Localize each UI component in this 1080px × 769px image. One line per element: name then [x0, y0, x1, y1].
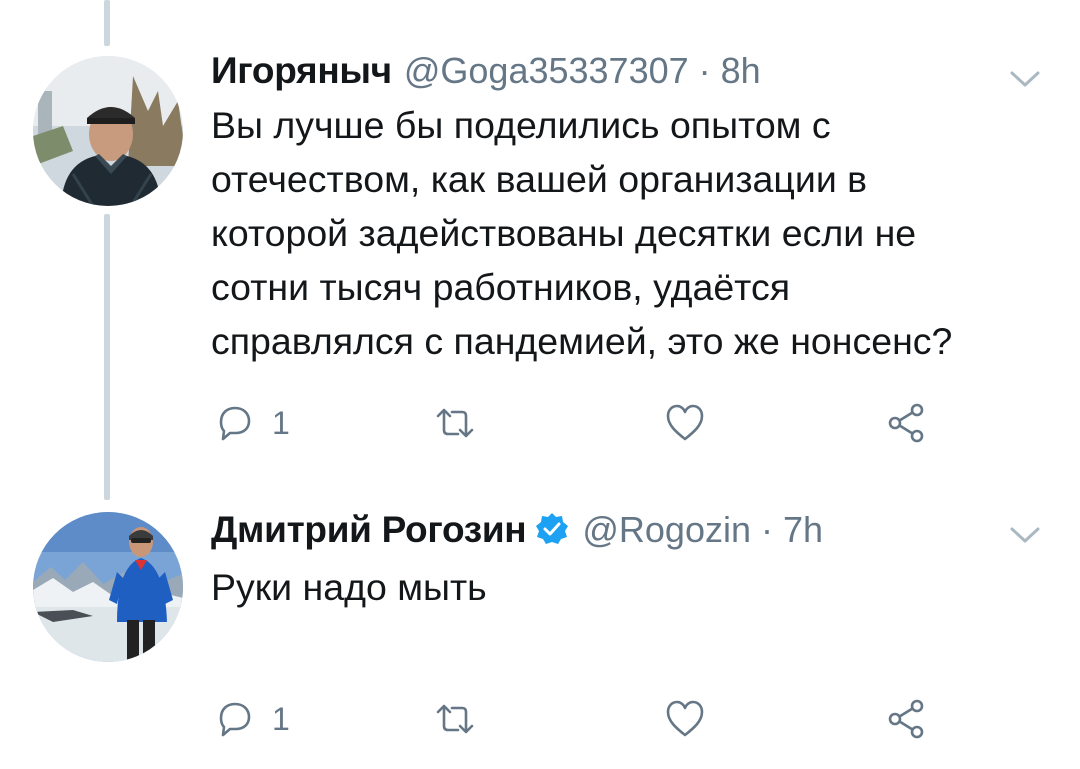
- avatar[interactable]: [33, 56, 183, 206]
- avatar-photo-man-in-jacket: [33, 56, 183, 206]
- handle-and-time[interactable]: @Rogozin · 7h: [582, 509, 823, 551]
- reply-count: 1: [272, 700, 290, 737]
- retweet-button[interactable]: [432, 694, 478, 744]
- tweet[interactable]: Дмитрий Рогозин @Rogozin · 7h Руки надо …: [0, 500, 1080, 769]
- share-icon: [888, 403, 924, 443]
- tweet-text-line: которой задействованы десятки если не: [211, 212, 917, 254]
- reply-button[interactable]: 1: [212, 398, 290, 448]
- tweet-actions: 1: [0, 694, 1080, 744]
- handle-and-time[interactable]: @Goga35337307 · 8h: [404, 50, 761, 92]
- retweet-icon: [436, 704, 474, 734]
- reply-icon: [219, 702, 251, 737]
- tweet-actions: 1: [0, 398, 1080, 448]
- tweet-text: Вы лучше бы поделились опытом с отечеств…: [211, 98, 1041, 368]
- share-icon: [888, 699, 924, 739]
- share-button[interactable]: [884, 398, 930, 448]
- display-name[interactable]: Дмитрий Рогозин: [211, 509, 527, 551]
- retweet-button[interactable]: [432, 398, 478, 448]
- tweet-text-line: отечеством, как вашей организации в: [211, 158, 868, 200]
- like-button[interactable]: [662, 398, 708, 448]
- tweet-text-line: сотни тысяч работников, удаётся: [211, 266, 790, 308]
- tweet-thread: Игоряныч @Goga35337307 · 8h Вы лучше бы …: [0, 0, 1080, 769]
- chevron-down-icon[interactable]: [1008, 524, 1042, 546]
- display-name[interactable]: Игоряныч: [211, 50, 392, 92]
- tweet[interactable]: Игоряныч @Goga35337307 · 8h Вы лучше бы …: [0, 0, 1080, 500]
- tweet-header: Игоряныч @Goga35337307 · 8h: [211, 50, 761, 92]
- like-icon: [666, 404, 704, 441]
- tweet-text: Руки надо мыть: [211, 560, 1041, 614]
- tweet-text-line: Вы лучше бы поделились опытом с: [211, 104, 831, 146]
- reply-button[interactable]: 1: [212, 694, 290, 744]
- share-button[interactable]: [884, 694, 930, 744]
- verified-badge-icon: [536, 513, 569, 544]
- like-button[interactable]: [662, 694, 708, 744]
- tweet-header: Дмитрий Рогозин @Rogozin · 7h: [211, 506, 823, 551]
- avatar[interactable]: [33, 512, 183, 662]
- reply-count: 1: [272, 404, 290, 441]
- like-icon: [666, 700, 704, 737]
- avatar-photo-man-mountains: [33, 512, 183, 662]
- reply-icon: [219, 406, 251, 441]
- tweet-text-line: справлялся с пандемией, это же нонсенс?: [211, 320, 953, 362]
- tweet-text-line: Руки надо мыть: [211, 566, 487, 608]
- chevron-down-icon[interactable]: [1008, 68, 1042, 90]
- retweet-icon: [436, 408, 474, 438]
